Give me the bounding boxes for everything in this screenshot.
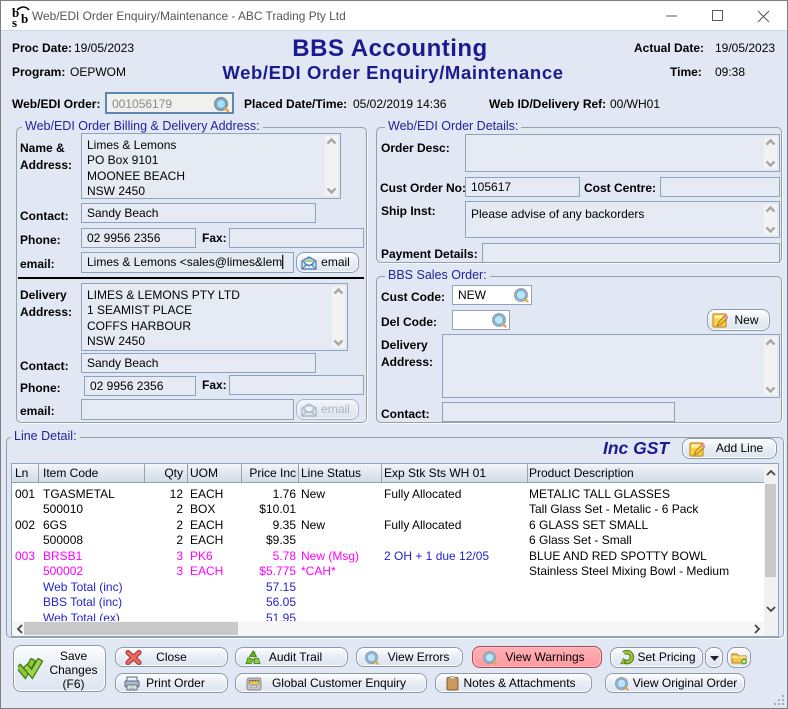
svg-text:b: b <box>21 11 28 26</box>
svg-text:s: s <box>12 15 17 28</box>
